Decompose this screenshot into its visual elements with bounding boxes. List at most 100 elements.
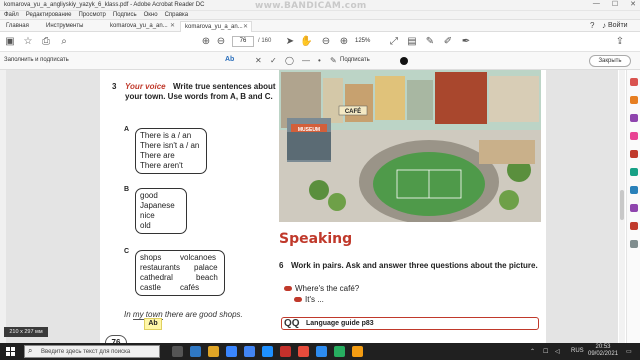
task-view-icon[interactable] bbox=[172, 346, 183, 357]
check-mark-icon[interactable]: ✓ bbox=[270, 56, 277, 65]
example-sentence: In my town there are good shops. bbox=[124, 310, 243, 320]
speaking-heading: Speaking bbox=[279, 231, 353, 247]
line-icon[interactable]: — bbox=[302, 56, 310, 65]
file-explorer-icon[interactable] bbox=[208, 346, 219, 357]
language-guide-text: Language guide p83 bbox=[306, 320, 374, 327]
tab-document-1-label: komarova_yu_a_an... bbox=[110, 23, 168, 29]
app-icon[interactable] bbox=[262, 346, 273, 357]
box-c-item: beach bbox=[196, 273, 218, 282]
more-tools-icon[interactable] bbox=[630, 240, 638, 248]
scrollbar-thumb[interactable] bbox=[620, 190, 624, 220]
fill-sign-bar: Заполнить и подписать Ab ✕ ✓ ◯ — • ✎ Под… bbox=[0, 52, 640, 70]
windows-start-icon[interactable] bbox=[6, 347, 15, 356]
language-indicator[interactable]: RUS bbox=[571, 348, 584, 354]
add-text-tool[interactable]: Ab bbox=[225, 56, 234, 63]
menu-help[interactable]: Справка bbox=[165, 12, 189, 18]
building bbox=[407, 80, 433, 120]
cross-mark-icon[interactable]: ✕ bbox=[255, 56, 262, 65]
notifications-icon[interactable]: ▭ bbox=[626, 348, 632, 355]
minimize-button[interactable]: — bbox=[593, 0, 600, 8]
building-right bbox=[489, 76, 539, 122]
search-icon[interactable]: ⌕ bbox=[58, 36, 70, 48]
bookmark-star-icon[interactable]: ☆ bbox=[22, 36, 34, 48]
maximize-button[interactable]: ☐ bbox=[612, 0, 618, 8]
close-fill-sign-button[interactable]: Закрыть bbox=[589, 55, 631, 67]
app-icon[interactable] bbox=[316, 346, 327, 357]
edit-pdf-icon[interactable] bbox=[630, 114, 638, 122]
box-c-item: castle bbox=[140, 283, 161, 292]
combine-files-icon[interactable] bbox=[630, 150, 638, 158]
zoom-in-icon[interactable]: ⊕ bbox=[338, 36, 350, 48]
chrome-icon[interactable] bbox=[244, 346, 255, 357]
museum-glass bbox=[287, 132, 331, 160]
comment-icon[interactable]: ✎ bbox=[424, 36, 436, 48]
tab-document-1[interactable]: komarova_yu_a_an... ✕ bbox=[106, 21, 178, 32]
menu-edit[interactable]: Редактирование bbox=[26, 12, 72, 18]
scroll-mode-icon[interactable]: ▤ bbox=[406, 36, 418, 48]
box-c-item: cafés bbox=[180, 283, 200, 292]
language-guide-logo: QQ bbox=[284, 318, 300, 329]
network-icon[interactable]: ☐ bbox=[543, 348, 548, 355]
clock-time: 20:53 bbox=[595, 344, 611, 350]
fit-page-icon[interactable]: ⤢ bbox=[388, 36, 400, 48]
color-picker[interactable] bbox=[400, 57, 408, 65]
menu-window[interactable]: Окно bbox=[144, 12, 158, 18]
page-up-icon[interactable]: ⊕ bbox=[200, 36, 212, 48]
app-icon[interactable] bbox=[334, 346, 345, 357]
box-b-item: nice bbox=[140, 211, 155, 220]
protect-icon[interactable] bbox=[630, 204, 638, 212]
text-cursor-tag[interactable]: Ab bbox=[144, 318, 162, 330]
page-down-icon[interactable]: ⊖ bbox=[215, 36, 227, 48]
tab-document-2[interactable]: komarova_yu_a_an... ✕ bbox=[180, 21, 252, 32]
bell-icon[interactable]: ♪ bbox=[602, 21, 606, 30]
tab-tools[interactable]: Инструменты bbox=[42, 21, 102, 32]
export-pdf-icon[interactable] bbox=[630, 78, 638, 86]
sign-pen-icon[interactable]: ✎ bbox=[330, 56, 337, 65]
box-b-item: old bbox=[140, 221, 151, 230]
dot-icon[interactable]: • bbox=[318, 56, 321, 65]
save-icon[interactable]: ▣ bbox=[4, 36, 16, 48]
box-c-row: restaurants palace bbox=[140, 263, 220, 273]
help-icon[interactable]: ? bbox=[590, 21, 594, 30]
share-icon[interactable]: ⇪ bbox=[614, 36, 626, 48]
sign-button[interactable]: Подписать bbox=[340, 57, 370, 63]
bandicam-icon[interactable] bbox=[280, 346, 291, 357]
close-tab-icon[interactable]: ✕ bbox=[170, 21, 175, 32]
select-cursor-icon[interactable]: ➤ bbox=[284, 36, 296, 48]
sign-pen-icon[interactable]: ✒ bbox=[460, 36, 472, 48]
login-button[interactable]: Войти bbox=[608, 22, 628, 29]
volume-icon[interactable]: ◁ bbox=[555, 348, 560, 355]
zoom-select[interactable]: 125% bbox=[355, 36, 385, 47]
tray-arrow-icon[interactable]: ⌃ bbox=[530, 348, 535, 355]
tree bbox=[499, 190, 519, 210]
highlight-icon[interactable]: ✐ bbox=[442, 36, 454, 48]
comment-tool-icon[interactable] bbox=[630, 132, 638, 140]
taskbar-search[interactable]: ⌕ Введите здесь текст для поиска bbox=[24, 345, 160, 358]
exercise-6-number: 6 bbox=[279, 261, 284, 270]
fill-sign-tool-icon[interactable] bbox=[630, 222, 638, 230]
organize-pages-icon[interactable] bbox=[630, 168, 638, 176]
document-viewport[interactable]: 3 Your voice Write true sentences about … bbox=[6, 70, 618, 343]
ellipse-icon[interactable]: ◯ bbox=[285, 56, 294, 65]
hand-tool-icon[interactable]: ✋ bbox=[300, 36, 312, 48]
box-b-item: Japanese bbox=[140, 201, 175, 210]
acrobat-icon[interactable] bbox=[298, 346, 309, 357]
tree bbox=[309, 180, 329, 200]
scan-icon[interactable] bbox=[630, 186, 638, 194]
menu-file[interactable]: Файл bbox=[4, 12, 19, 18]
tab-tools-label: Инструменты bbox=[46, 23, 84, 29]
menu-sign[interactable]: Подпись bbox=[113, 12, 137, 18]
store-icon[interactable] bbox=[226, 346, 237, 357]
edge-icon[interactable] bbox=[190, 346, 201, 357]
taskbar-clock[interactable]: 20:53 09/02/2021 bbox=[588, 344, 618, 358]
tab-home[interactable]: Главная bbox=[2, 21, 42, 32]
page-number-input[interactable]: 76 bbox=[232, 36, 254, 47]
app-icon[interactable] bbox=[352, 346, 363, 357]
zoom-out-icon[interactable]: ⊖ bbox=[320, 36, 332, 48]
close-window-button[interactable]: ✕ bbox=[630, 0, 636, 8]
print-icon[interactable]: ⎙ bbox=[40, 36, 52, 48]
vertical-scrollbar[interactable] bbox=[619, 70, 625, 343]
recording-watermark: www.BANDICAM.com bbox=[255, 1, 367, 11]
menu-view[interactable]: Просмотр bbox=[78, 12, 105, 18]
create-pdf-icon[interactable] bbox=[630, 96, 638, 104]
